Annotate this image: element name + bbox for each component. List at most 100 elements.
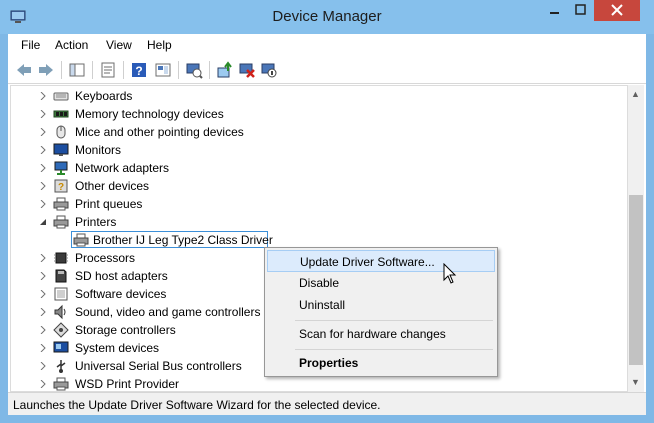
monitor-icon (53, 143, 69, 156)
tree-item-label: SD host adapters (75, 269, 168, 283)
expand-arrow-icon[interactable] (39, 380, 47, 388)
scroll-up-icon[interactable]: ▲ (631, 89, 640, 99)
tree-item-label: Other devices (75, 179, 150, 193)
expand-arrow-icon[interactable] (39, 200, 47, 208)
storage-icon (53, 322, 69, 338)
tree-item-other-devices[interactable]: ? Other devices (11, 177, 621, 195)
mouse-icon (56, 125, 66, 139)
tree-item-label: Processors (75, 251, 136, 265)
device-manager-window: Device Manager File Action View Help ? K… (0, 0, 654, 423)
svg-text:?: ? (58, 182, 64, 193)
scrollbar-thumb[interactable] (629, 195, 643, 365)
help-icon[interactable]: ? (130, 61, 148, 79)
expand-arrow-icon[interactable] (39, 146, 47, 154)
tree-item-keyboards[interactable]: Keyboards (11, 87, 621, 105)
close-button[interactable] (594, 0, 640, 21)
menu-item-uninstall[interactable]: Uninstall (267, 294, 495, 316)
menu-item-label: Update Driver Software... (300, 255, 435, 269)
status-text: Launches the Update Driver Software Wiza… (13, 398, 381, 412)
other-devices-icon: ? (54, 179, 68, 193)
update-driver-icon[interactable] (216, 61, 234, 79)
menu-item-label: Uninstall (299, 298, 346, 312)
menu-item-label: Properties (299, 356, 359, 370)
mouse-cursor-icon (443, 263, 457, 284)
forward-arrow-icon[interactable] (37, 61, 55, 79)
menu-action[interactable]: Action (55, 38, 88, 52)
menu-help[interactable]: Help (147, 38, 172, 52)
menu-bar: File Action View Help (8, 34, 646, 56)
minimize-button[interactable] (541, 0, 567, 21)
menu-item-update-driver[interactable]: Update Driver Software... (267, 250, 495, 272)
context-menu: Update Driver Software... Disable Uninst… (264, 247, 498, 377)
tree-item-label: Printers (75, 215, 117, 229)
show-view-icon[interactable] (154, 61, 172, 79)
expand-arrow-icon[interactable] (39, 128, 47, 136)
tree-item-label: Brother IJ Leg Type2 Class Driver (93, 233, 273, 247)
menu-item-label: Disable (299, 276, 340, 290)
scan-hardware-icon[interactable] (185, 61, 203, 79)
tree-item-network-adapters[interactable]: Network adapters (11, 159, 621, 177)
expand-arrow-icon[interactable] (39, 272, 47, 280)
vertical-scrollbar[interactable]: ▲ ▼ (628, 85, 644, 392)
printer-icon (73, 233, 89, 247)
expand-arrow-icon[interactable] (39, 290, 47, 298)
tree-item-printers[interactable]: Printers (11, 213, 621, 231)
title-bar[interactable]: Device Manager (0, 0, 654, 34)
tree-item-print-queues[interactable]: Print queues (11, 195, 621, 213)
sd-card-icon (55, 269, 67, 283)
tree-item-label: Memory technology devices (75, 107, 224, 121)
back-arrow-icon[interactable] (15, 61, 33, 79)
tree-item-label: Mice and other pointing devices (75, 125, 244, 139)
tree-item-label: Print queues (75, 197, 143, 211)
software-device-icon (54, 287, 68, 301)
tree-item-wsd-print-provider[interactable]: WSD Print Provider (11, 375, 621, 391)
tree-item-label: Keyboards (75, 89, 133, 103)
tree-item-monitors[interactable]: Monitors (11, 141, 621, 159)
disable-icon[interactable] (260, 61, 278, 79)
expand-arrow-icon[interactable] (39, 182, 47, 190)
svg-text:?: ? (135, 64, 142, 78)
expand-arrow-icon[interactable] (39, 92, 47, 100)
system-devices-icon (53, 341, 69, 353)
minimize-icon (550, 12, 559, 14)
expand-arrow-icon[interactable] (39, 308, 47, 316)
menu-view[interactable]: View (106, 38, 132, 52)
menu-separator (295, 349, 493, 350)
menu-item-disable[interactable]: Disable (267, 272, 495, 294)
expand-arrow-icon[interactable] (39, 362, 47, 370)
expand-arrow-icon[interactable] (39, 164, 47, 172)
tree-item-label: Sound, video and game controllers (75, 305, 261, 319)
memory-icon (53, 110, 69, 118)
keyboard-icon (53, 92, 69, 101)
usb-icon (56, 360, 66, 373)
tree-item-label: WSD Print Provider (75, 377, 180, 391)
expand-arrow-icon[interactable] (39, 254, 47, 262)
menu-separator (295, 320, 493, 321)
tree-item-label: Software devices (75, 287, 167, 301)
scroll-down-icon[interactable]: ▼ (631, 377, 640, 387)
tree-item-label: Network adapters (75, 161, 170, 175)
expand-arrow-icon[interactable] (39, 110, 47, 118)
printer-icon (53, 215, 69, 229)
tree-item-label: Universal Serial Bus controllers (75, 359, 242, 373)
menu-item-properties[interactable]: Properties (267, 352, 495, 374)
expand-arrow-icon[interactable] (39, 326, 47, 334)
status-bar: Launches the Update Driver Software Wiza… (8, 392, 646, 415)
menu-item-scan-hardware[interactable]: Scan for hardware changes (267, 323, 495, 345)
network-icon (54, 161, 68, 175)
tree-item-mice[interactable]: Mice and other pointing devices (11, 123, 621, 141)
expand-arrow-icon[interactable] (39, 344, 47, 352)
collapse-arrow-icon[interactable] (39, 218, 47, 226)
tree-item-label: Storage controllers (75, 323, 176, 337)
tree-item-memory-technology-devices[interactable]: Memory technology devices (11, 105, 621, 123)
maximize-icon (575, 4, 586, 15)
show-hide-console-tree-icon[interactable] (68, 61, 86, 79)
menu-file[interactable]: File (21, 38, 40, 52)
printer-icon (53, 377, 69, 391)
uninstall-icon[interactable] (238, 61, 256, 79)
close-icon (611, 4, 623, 16)
processor-icon (54, 252, 68, 264)
printer-icon (53, 197, 69, 211)
properties-icon[interactable] (99, 61, 117, 79)
maximize-button[interactable] (567, 0, 594, 21)
